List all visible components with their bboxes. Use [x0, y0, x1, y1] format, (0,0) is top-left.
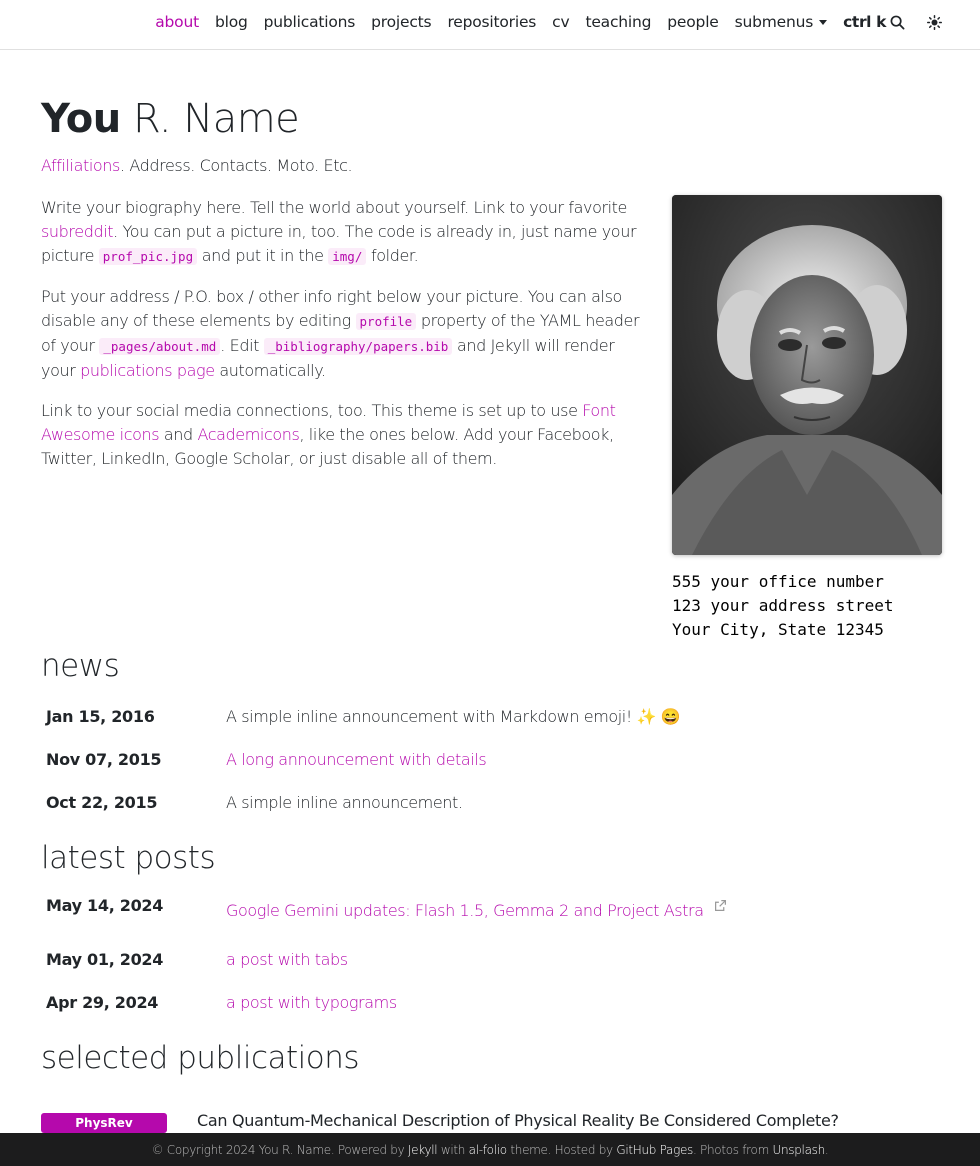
nav-item-blog[interactable]: blog — [215, 13, 248, 31]
publication-badge[interactable]: PhysRev — [41, 1113, 167, 1133]
post-link[interactable]: a post with typograms — [226, 993, 397, 1012]
nav-item-submenus[interactable]: submenus — [735, 13, 828, 31]
post-item: Apr 29, 2024 a post with typograms — [46, 990, 397, 1014]
title-first-name: You — [41, 96, 121, 142]
nav-item-people[interactable]: people — [667, 13, 719, 31]
al-folio-link[interactable]: al-folio — [469, 1143, 508, 1157]
bio-text: Link to your social media connections, t… — [41, 401, 583, 420]
footer-text: theme. Hosted by — [506, 1143, 617, 1157]
post-item: May 14, 2024 Google Gemini updates: Flas… — [46, 896, 727, 920]
news-text: A simple inline announcement. — [226, 792, 463, 812]
theme-toggle-button[interactable] — [927, 14, 942, 30]
news-item: Jan 15, 2016 A simple inline announcemen… — [46, 704, 681, 728]
page-description: Affiliations. Address. Contacts. Moto. E… — [41, 156, 353, 175]
nav-links: about blog publications projects reposit… — [139, 11, 942, 33]
external-link-icon — [715, 900, 727, 911]
news-date: Jan 15, 2016 — [46, 706, 155, 726]
post-date: Apr 29, 2024 — [46, 992, 159, 1012]
footer: © Copyright 2024 You R. Name. Powered by… — [0, 1133, 980, 1166]
affiliations-link[interactable]: Affiliations — [41, 156, 120, 175]
portrait-image — [672, 195, 942, 555]
bio-text: Write your biography here. Tell the worl… — [41, 198, 627, 217]
nav-item-teaching[interactable]: teaching — [585, 13, 651, 31]
publications-page-link[interactable]: publications page — [80, 361, 215, 380]
page-title: You R. Name — [41, 96, 300, 142]
nav-item-publications[interactable]: publications — [264, 13, 356, 31]
news-text: A simple inline announcement with Markdo… — [226, 706, 681, 726]
bio-paragraph-2: Put your address / P.O. box / other info… — [41, 285, 653, 383]
submenus-label: submenus — [734, 13, 814, 31]
code-img-folder: img/ — [328, 248, 367, 265]
github-pages-link[interactable]: GitHub Pages — [616, 1143, 693, 1157]
nav-item-repositories[interactable]: repositories — [447, 13, 536, 31]
post-title: Google Gemini updates: Flash 1.5, Gemma … — [226, 901, 704, 920]
address-line-1: 555 your office number — [672, 572, 884, 591]
search-icon — [890, 15, 905, 29]
bio-text: automatically. — [214, 361, 326, 380]
title-rest: R. Name — [132, 96, 300, 142]
sun-icon — [927, 14, 942, 30]
subreddit-link[interactable]: subreddit — [41, 222, 114, 241]
code-prof-pic: prof_pic.jpg — [98, 248, 198, 265]
profile-picture — [672, 195, 942, 555]
news-date: Oct 22, 2015 — [46, 792, 158, 812]
jekyll-link[interactable]: Jekyll — [408, 1143, 438, 1157]
post-link[interactable]: Google Gemini updates: Flash 1.5, Gemma … — [226, 899, 727, 920]
nav-item-cv[interactable]: cv — [552, 13, 570, 31]
news-item: Nov 07, 2015 A long announcement with de… — [46, 747, 487, 771]
biography: Write your biography here. Tell the worl… — [41, 196, 653, 487]
address-block: 555 your office number 123 your address s… — [672, 570, 894, 642]
bio-text: folder. — [366, 246, 419, 265]
footer-text: . Photos from — [693, 1143, 773, 1157]
selected-publications-heading[interactable]: selected publications — [41, 1040, 360, 1076]
address-line-3: Your City, State 12345 — [672, 620, 884, 639]
nav-item-about[interactable]: about — [155, 13, 199, 31]
bio-text: and — [159, 425, 198, 444]
code-profile: profile — [355, 313, 417, 330]
address-line-2: 123 your address street — [672, 596, 894, 615]
nav-item-projects[interactable]: projects — [371, 13, 431, 31]
code-about-md: _pages/about.md — [99, 338, 221, 355]
post-item: May 01, 2024 a post with tabs — [46, 947, 348, 971]
post-date: May 14, 2024 — [46, 896, 164, 915]
navbar: about blog publications projects reposit… — [0, 0, 980, 50]
bio-text: . Edit — [220, 336, 264, 355]
publication-title: Can Quantum-Mechanical Description of Ph… — [197, 1111, 839, 1130]
description-text: . Address. Contacts. Moto. Etc. — [119, 156, 353, 175]
bio-paragraph-3: Link to your social media connections, t… — [41, 399, 653, 471]
code-papers-bib: _bibliography/papers.bib — [263, 338, 453, 355]
unsplash-link[interactable]: Unsplash — [772, 1143, 825, 1157]
latest-posts-heading[interactable]: latest posts — [41, 840, 216, 876]
caret-down-icon — [819, 20, 828, 25]
search-button[interactable]: ctrl k — [843, 13, 905, 31]
bio-text: and put it in the — [197, 246, 329, 265]
news-date: Nov 07, 2015 — [46, 749, 162, 769]
news-link[interactable]: A long announcement with details — [226, 750, 487, 769]
post-link[interactable]: a post with tabs — [226, 950, 348, 969]
footer-text: © Copyright 2024 You R. Name. Powered by — [151, 1143, 408, 1157]
news-heading[interactable]: news — [41, 648, 120, 684]
search-shortcut-label: ctrl k — [843, 13, 886, 31]
news-item: Oct 22, 2015 A simple inline announcemen… — [46, 790, 463, 814]
footer-text: with — [437, 1143, 469, 1157]
academicons-link[interactable]: Academicons — [197, 425, 299, 444]
post-date: May 01, 2024 — [46, 949, 164, 969]
footer-text: . — [824, 1143, 829, 1157]
bio-paragraph-1: Write your biography here. Tell the worl… — [41, 196, 653, 269]
